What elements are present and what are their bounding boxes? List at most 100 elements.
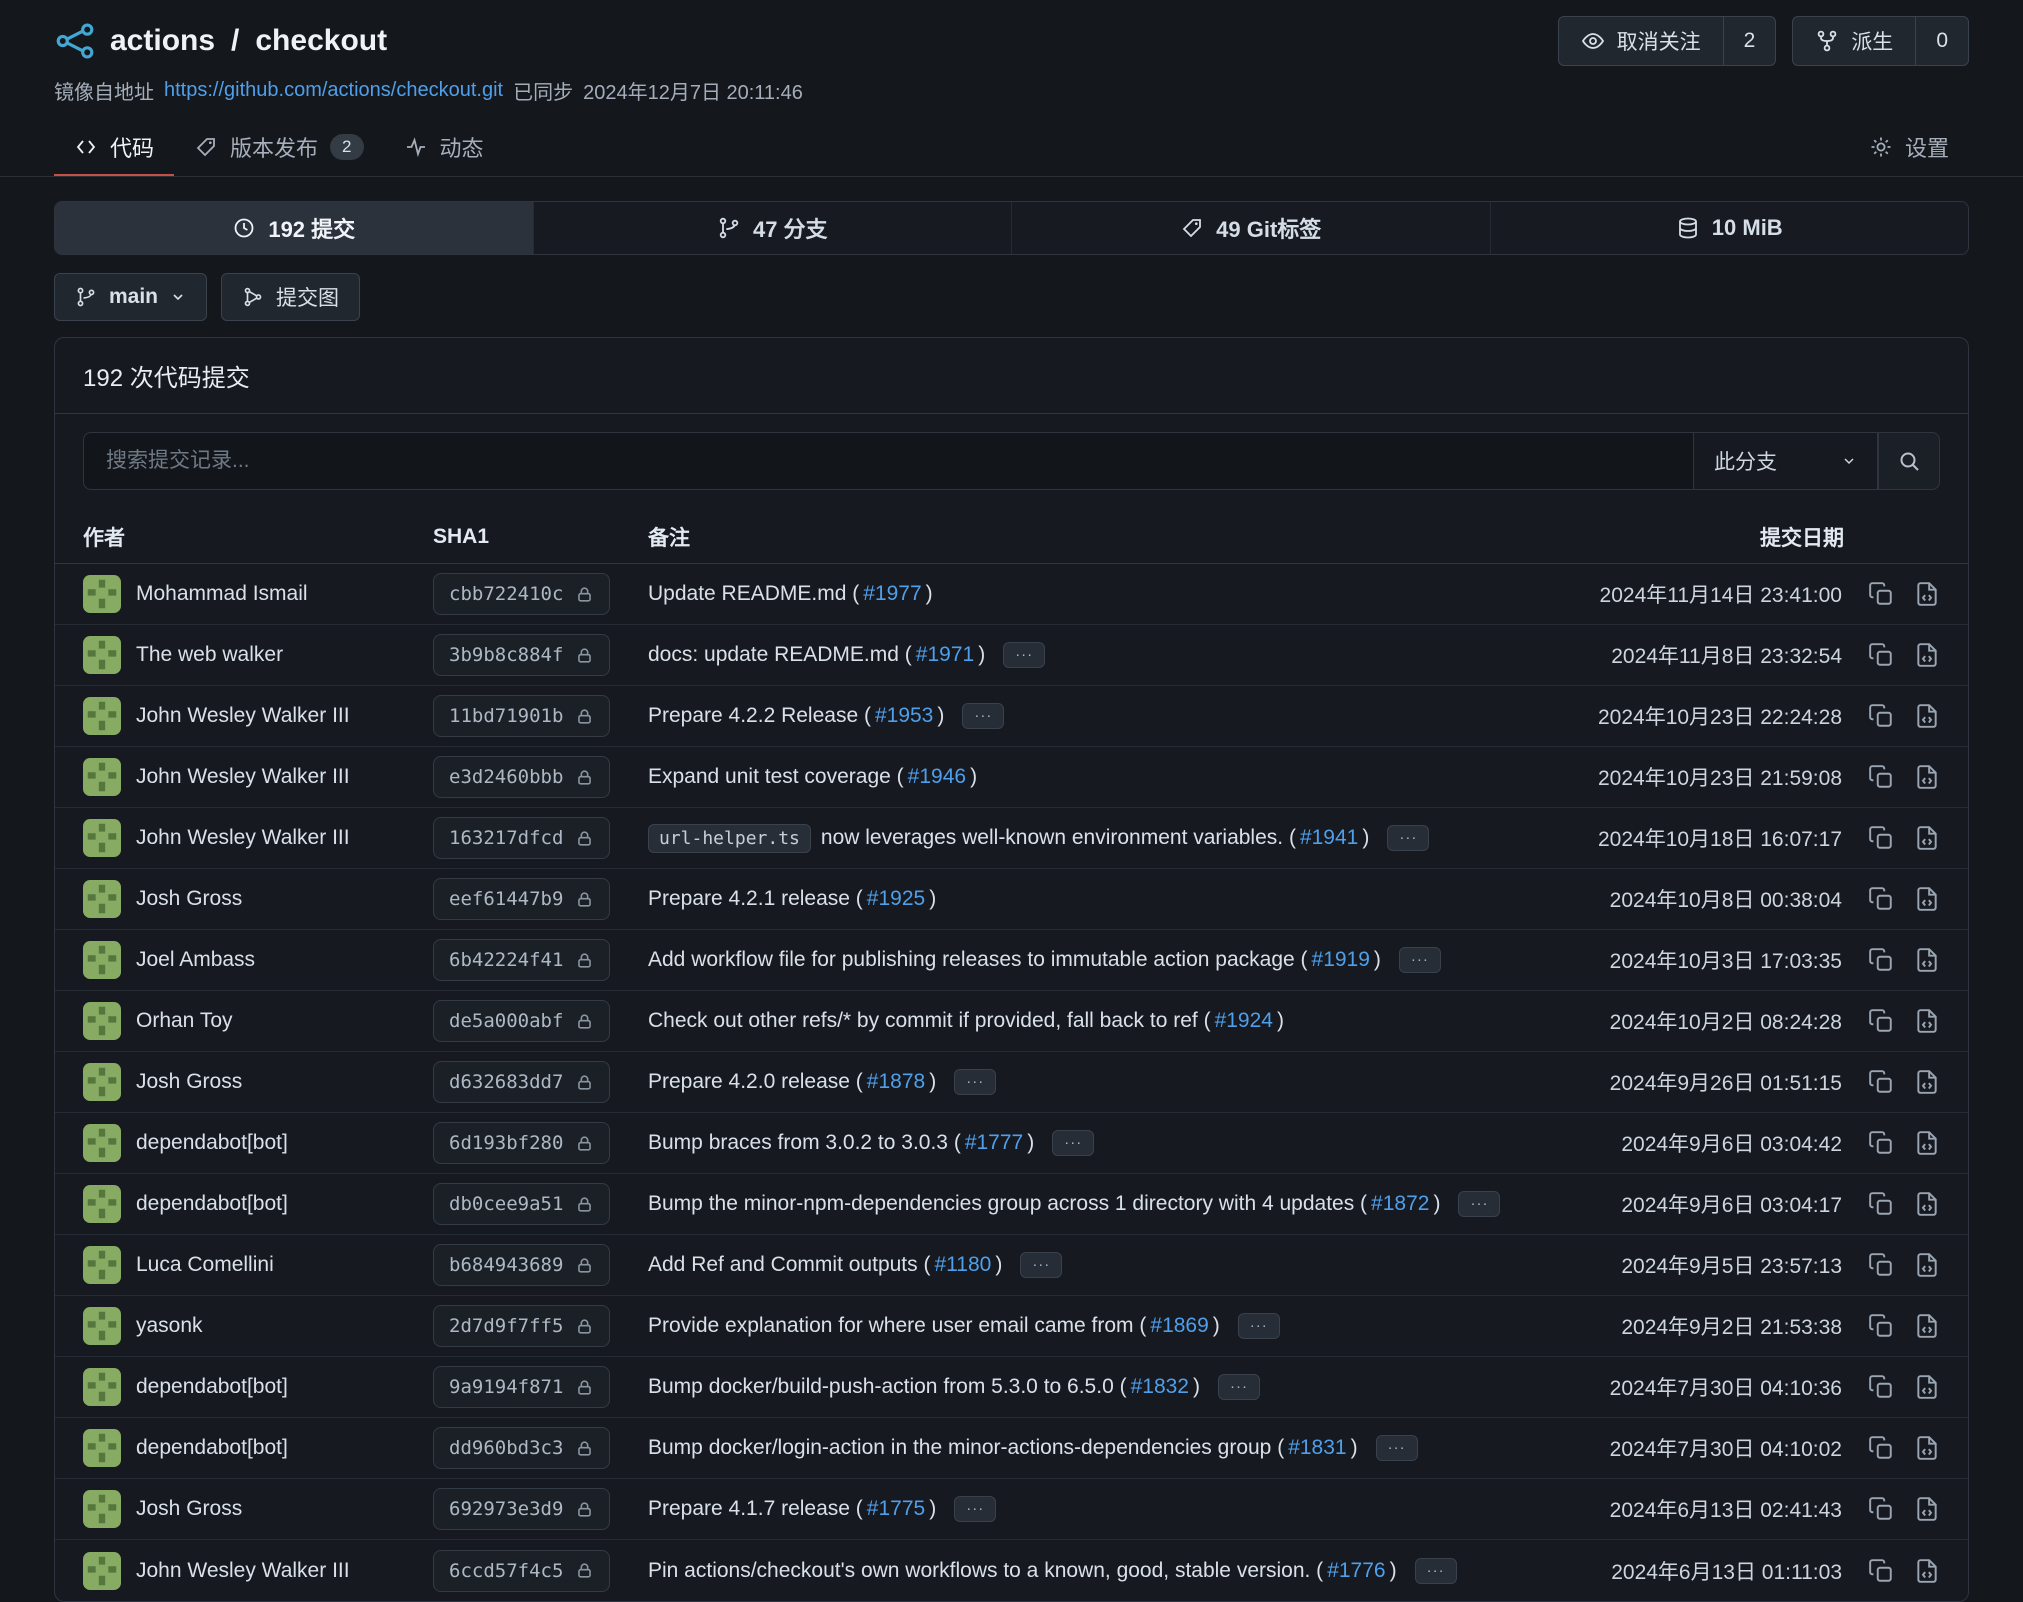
browse-source-button[interactable] [1914, 1435, 1940, 1461]
stat-commits[interactable]: 192 提交 [55, 202, 533, 254]
pr-link[interactable]: #1775 [867, 1497, 925, 1521]
pr-link[interactable]: #1971 [916, 643, 974, 667]
commit-sha-button[interactable]: e3d2460bbb [433, 756, 610, 798]
commit-author-name[interactable]: John Wesley Walker III [136, 704, 350, 728]
tab-activity[interactable]: 动态 [384, 119, 504, 176]
copy-sha-button[interactable] [1868, 703, 1894, 729]
expand-commit-message-button[interactable]: ··· [1387, 825, 1429, 851]
expand-commit-message-button[interactable]: ··· [1376, 1435, 1418, 1461]
commit-author-name[interactable]: dependabot[bot] [136, 1131, 288, 1155]
branch-filter-dropdown[interactable]: 此分支 [1693, 432, 1878, 490]
copy-sha-button[interactable] [1868, 1313, 1894, 1339]
browse-source-button[interactable] [1914, 1191, 1940, 1217]
browse-source-button[interactable] [1914, 703, 1940, 729]
copy-sha-button[interactable] [1868, 886, 1894, 912]
commit-author-name[interactable]: Luca Comellini [136, 1253, 274, 1277]
mirror-url-link[interactable]: https://github.com/actions/checkout.git [164, 79, 503, 102]
commit-graph-button[interactable]: 提交图 [221, 273, 360, 321]
commit-sha-button[interactable]: 2d7d9f7ff5 [433, 1305, 610, 1347]
stat-repo-size[interactable]: 10 MiB [1490, 202, 1969, 254]
expand-commit-message-button[interactable]: ··· [1218, 1374, 1260, 1400]
pr-link[interactable]: #1831 [1288, 1436, 1346, 1460]
copy-sha-button[interactable] [1868, 581, 1894, 607]
pr-link[interactable]: #1878 [867, 1070, 925, 1094]
commit-author-name[interactable]: John Wesley Walker III [136, 1559, 350, 1583]
browse-source-button[interactable] [1914, 1130, 1940, 1156]
repo-name-link[interactable]: checkout [255, 24, 387, 58]
pr-link[interactable]: #1869 [1150, 1314, 1208, 1338]
copy-sha-button[interactable] [1868, 642, 1894, 668]
commit-sha-button[interactable]: eef61447b9 [433, 878, 610, 920]
tab-settings[interactable]: 设置 [1849, 119, 1969, 176]
pr-link[interactable]: #1776 [1327, 1559, 1385, 1583]
commit-sha-button[interactable]: 163217dfcd [433, 817, 610, 859]
forks-count-button[interactable]: 0 [1915, 17, 1968, 65]
tab-releases[interactable]: 版本发布 2 [174, 119, 383, 176]
commit-sha-button[interactable]: dd960bd3c3 [433, 1427, 610, 1469]
commit-sha-button[interactable]: 6d193bf280 [433, 1122, 610, 1164]
commit-search-button[interactable] [1878, 432, 1940, 490]
expand-commit-message-button[interactable]: ··· [1003, 642, 1045, 668]
copy-sha-button[interactable] [1868, 825, 1894, 851]
copy-sha-button[interactable] [1868, 1130, 1894, 1156]
expand-commit-message-button[interactable]: ··· [1399, 947, 1441, 973]
commit-sha-button[interactable]: 3b9b8c884f [433, 634, 610, 676]
commit-author-name[interactable]: Mohammad Ismail [136, 582, 308, 606]
commit-author-name[interactable]: Josh Gross [136, 1070, 242, 1094]
browse-source-button[interactable] [1914, 764, 1940, 790]
commit-sha-button[interactable]: 692973e3d9 [433, 1488, 610, 1530]
browse-source-button[interactable] [1914, 1313, 1940, 1339]
commit-sha-button[interactable]: de5a000abf [433, 1000, 610, 1042]
commit-sha-button[interactable]: db0cee9a51 [433, 1183, 610, 1225]
pr-link[interactable]: #1977 [863, 582, 921, 606]
commit-author-name[interactable]: dependabot[bot] [136, 1436, 288, 1460]
commit-author-name[interactable]: yasonk [136, 1314, 203, 1338]
browse-source-button[interactable] [1914, 825, 1940, 851]
commit-author-name[interactable]: Josh Gross [136, 1497, 242, 1521]
browse-source-button[interactable] [1914, 1069, 1940, 1095]
fork-button[interactable]: 派生 [1793, 17, 1915, 65]
pr-link[interactable]: #1924 [1215, 1009, 1273, 1033]
commit-author-name[interactable]: Orhan Toy [136, 1009, 233, 1033]
pr-link[interactable]: #1180 [934, 1253, 991, 1277]
commit-sha-button[interactable]: b684943689 [433, 1244, 610, 1286]
copy-sha-button[interactable] [1868, 1435, 1894, 1461]
stat-tags[interactable]: 49 Git标签 [1011, 202, 1490, 254]
copy-sha-button[interactable] [1868, 1008, 1894, 1034]
copy-sha-button[interactable] [1868, 1374, 1894, 1400]
browse-source-button[interactable] [1914, 1252, 1940, 1278]
copy-sha-button[interactable] [1868, 1252, 1894, 1278]
commit-sha-button[interactable]: 9a9194f871 [433, 1366, 610, 1408]
commit-author-name[interactable]: John Wesley Walker III [136, 826, 350, 850]
expand-commit-message-button[interactable]: ··· [1020, 1252, 1062, 1278]
stat-branches[interactable]: 47 分支 [533, 202, 1012, 254]
copy-sha-button[interactable] [1868, 1191, 1894, 1217]
tab-code[interactable]: 代码 [54, 119, 174, 176]
expand-commit-message-button[interactable]: ··· [954, 1069, 996, 1095]
commit-author-name[interactable]: Josh Gross [136, 887, 242, 911]
expand-commit-message-button[interactable]: ··· [1052, 1130, 1094, 1156]
expand-commit-message-button[interactable]: ··· [1458, 1191, 1500, 1217]
pr-link[interactable]: #1925 [867, 887, 925, 911]
browse-source-button[interactable] [1914, 1008, 1940, 1034]
commit-author-name[interactable]: dependabot[bot] [136, 1375, 288, 1399]
pr-link[interactable]: #1872 [1371, 1192, 1429, 1216]
expand-commit-message-button[interactable]: ··· [1238, 1313, 1280, 1339]
expand-commit-message-button[interactable]: ··· [954, 1496, 996, 1522]
commit-author-name[interactable]: The web walker [136, 643, 283, 667]
copy-sha-button[interactable] [1868, 1496, 1894, 1522]
commit-sha-button[interactable]: 6ccd57f4c5 [433, 1550, 610, 1592]
commit-sha-button[interactable]: d632683dd7 [433, 1061, 610, 1103]
commit-search-input[interactable] [83, 432, 1693, 490]
pr-link[interactable]: #1941 [1300, 826, 1358, 850]
commit-author-name[interactable]: John Wesley Walker III [136, 765, 350, 789]
pr-link[interactable]: #1946 [908, 765, 966, 789]
browse-source-button[interactable] [1914, 1496, 1940, 1522]
browse-source-button[interactable] [1914, 642, 1940, 668]
unwatch-button[interactable]: 取消关注 [1559, 17, 1723, 65]
browse-source-button[interactable] [1914, 1374, 1940, 1400]
repo-owner-link[interactable]: actions [110, 24, 215, 58]
browse-source-button[interactable] [1914, 1558, 1940, 1584]
pr-link[interactable]: #1953 [875, 704, 933, 728]
branch-selector[interactable]: main [54, 273, 207, 321]
